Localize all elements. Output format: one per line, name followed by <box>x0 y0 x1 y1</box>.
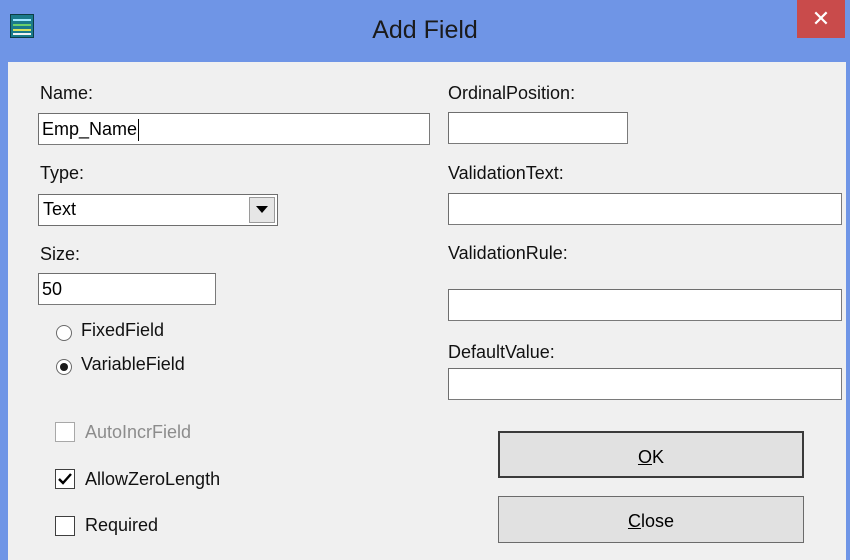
type-select[interactable]: Text <box>38 194 278 226</box>
window-title: Add Field <box>372 16 478 44</box>
name-label: Name: <box>40 83 94 103</box>
close-icon[interactable]: ✕ <box>797 0 845 38</box>
validation-rule-field[interactable] <box>448 289 842 321</box>
name-value: Emp_Name <box>42 119 138 139</box>
required-label[interactable]: Required <box>85 515 158 536</box>
ok-button-label: OK <box>637 447 665 467</box>
ok-button[interactable]: OK <box>498 431 804 478</box>
allow-zero-length-checkbox[interactable] <box>55 469 75 489</box>
close-button[interactable]: Close <box>498 496 804 543</box>
type-dropdown-button[interactable] <box>249 197 275 223</box>
auto-incr-checkbox[interactable] <box>55 422 75 442</box>
size-field[interactable]: 50 <box>38 273 216 305</box>
type-value: Text <box>43 199 77 219</box>
fixed-field-radio[interactable] <box>56 325 72 341</box>
title-bar[interactable]: Add Field ✕ <box>0 0 850 62</box>
type-label: Type: <box>40 163 85 183</box>
allow-zero-length-label[interactable]: AllowZeroLength <box>85 469 220 490</box>
text-caret <box>138 119 140 142</box>
ordinal-position-label: OrdinalPosition: <box>448 83 576 103</box>
radio-dot <box>60 363 68 371</box>
ordinal-position-field[interactable] <box>448 112 628 144</box>
name-field[interactable]: Emp_Name <box>38 113 430 145</box>
default-value-label: DefaultValue: <box>448 342 555 362</box>
required-checkbox[interactable] <box>55 516 75 536</box>
validation-text-field[interactable] <box>448 193 842 225</box>
default-value-field[interactable] <box>448 368 842 400</box>
validation-text-label: ValidationText: <box>448 163 564 183</box>
size-label: Size: <box>40 244 81 264</box>
checkmark-icon <box>58 473 72 485</box>
dialog-body: Name: Emp_Name Type: Text Size: 50 Fixed… <box>8 62 846 560</box>
fixed-field-label[interactable]: FixedField <box>81 320 164 341</box>
chevron-down-icon <box>256 206 268 213</box>
variable-field-radio[interactable] <box>56 359 72 375</box>
auto-incr-label: AutoIncrField <box>85 422 192 442</box>
size-value: 50 <box>42 279 63 299</box>
close-button-label: Close <box>627 511 675 531</box>
variable-field-label[interactable]: VariableField <box>81 354 185 375</box>
add-field-dialog: Add Field ✕ Name: Emp_Name Type: Text Si… <box>0 0 850 560</box>
validation-rule-label: ValidationRule: <box>448 243 568 263</box>
